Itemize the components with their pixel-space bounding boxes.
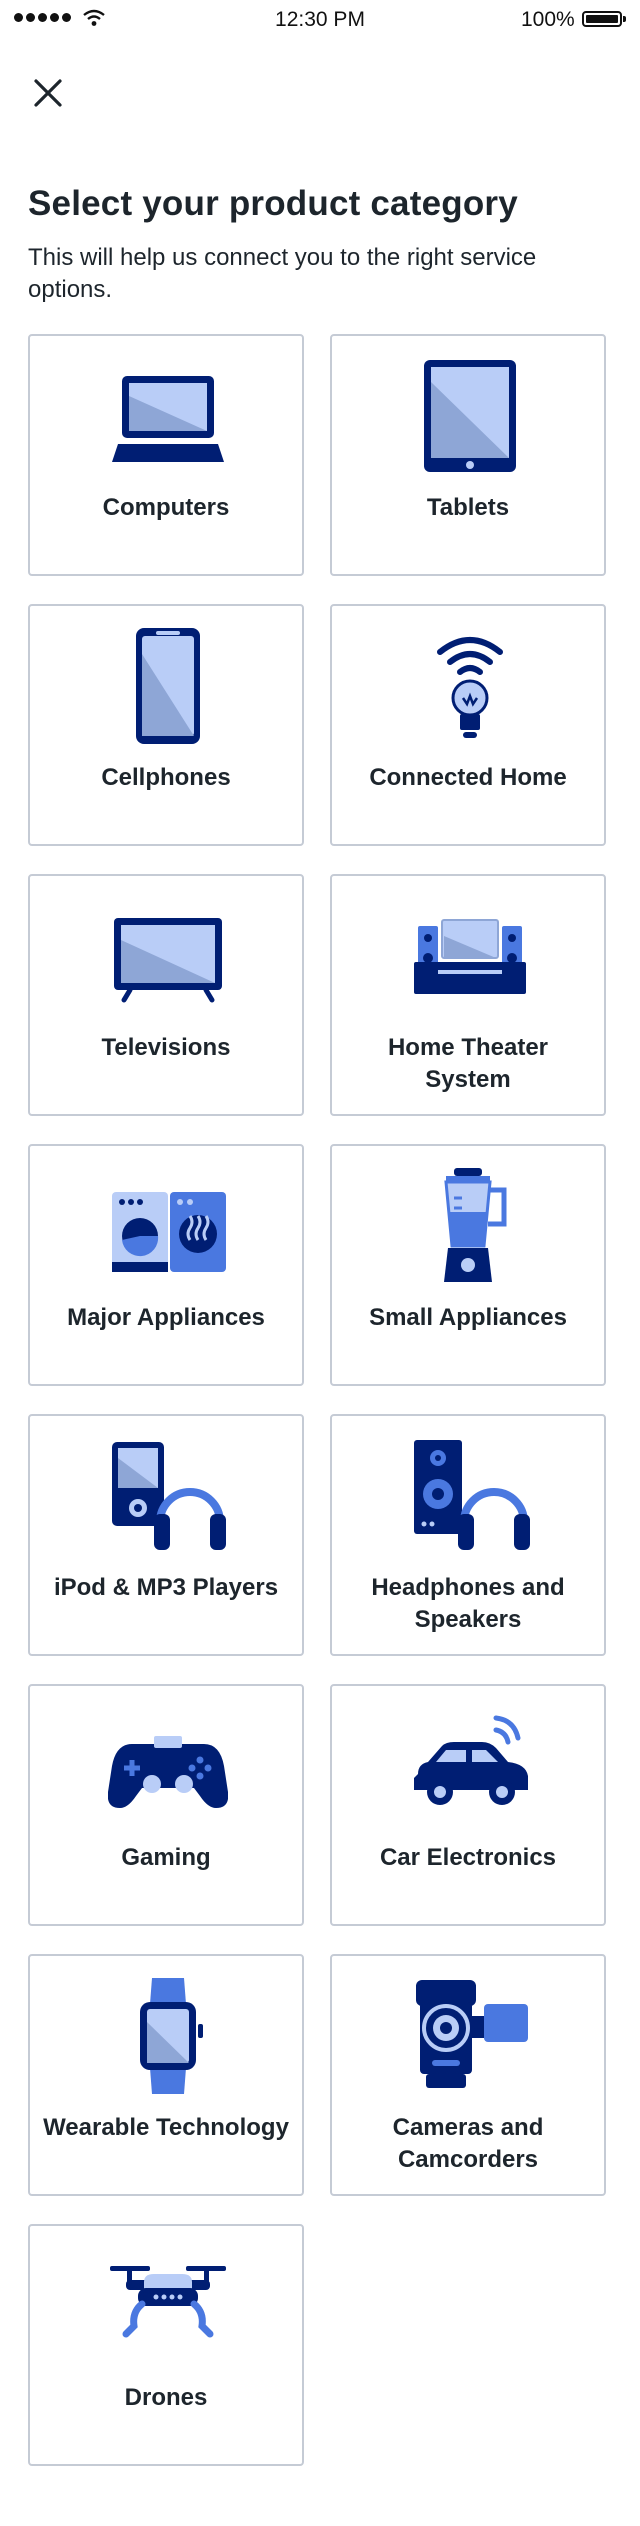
camcorder-icon [416, 1980, 528, 2088]
category-label: iPod & MP3 Players [53, 1574, 279, 1601]
category-card-connected-home[interactable]: Connected Home [330, 604, 606, 846]
category-label: Drones [124, 2384, 208, 2411]
tablet-icon [424, 360, 516, 472]
category-card-wearable-technology[interactable]: Wearable Technology [28, 1954, 304, 2196]
category-card-headphones-and-speakers[interactable]: Headphones and Speakers [330, 1414, 606, 1656]
category-label: Car Electronics [379, 1844, 557, 1871]
category-label: Gaming [121, 1844, 211, 1871]
category-card-cameras-and-camcorders[interactable]: Cameras and Camcorders [330, 1954, 606, 2196]
category-card-home-theater-system[interactable]: Home Theater System [330, 874, 606, 1116]
category-card-tablets[interactable]: Tablets [330, 334, 606, 576]
category-card-car-electronics[interactable]: Car Electronics [330, 1684, 606, 1926]
home-theater-icon [414, 919, 526, 994]
category-label: Cellphones [101, 764, 231, 791]
category-card-gaming[interactable]: Gaming [28, 1684, 304, 1926]
status-bar: 12:30 PM 100% [0, 0, 640, 40]
category-label: Televisions [101, 1034, 231, 1061]
category-label: Connected Home [369, 764, 567, 791]
mp3-player-headphones-icon [112, 1442, 226, 1550]
page-subtitle: This will help us connect you to the rig… [28, 244, 537, 303]
category-label: Small Appliances [369, 1304, 567, 1331]
category-card-drones[interactable]: Drones [28, 2224, 304, 2466]
game-controller-icon [108, 1736, 228, 1808]
category-card-televisions[interactable]: Televisions [28, 874, 304, 1116]
smartwatch-icon [140, 1978, 203, 2094]
connected-car-icon [414, 1715, 528, 1805]
category-label: Wearable Technology [43, 2114, 289, 2141]
page-title: Select your product category [28, 184, 518, 223]
category-label: Computers [102, 494, 230, 521]
television-icon [114, 918, 222, 1003]
battery-percentage: 100% [521, 8, 575, 31]
category-card-small-appliances[interactable]: Small Appliances [330, 1144, 606, 1386]
category-card-ipod-mp3-players[interactable]: iPod & MP3 Players [28, 1414, 304, 1656]
drone-icon [110, 2266, 226, 2338]
smart-bulb-icon [437, 637, 503, 738]
cellphone-icon [136, 628, 200, 744]
speaker-headphones-icon [414, 1440, 530, 1550]
category-label: Tablets [426, 494, 510, 521]
category-label: Headphones and Speakers [371, 1574, 565, 1633]
close-icon[interactable] [30, 75, 66, 111]
category-label: Home Theater System [387, 1034, 549, 1093]
blender-icon [444, 1168, 507, 1282]
category-card-major-appliances[interactable]: Major Appliances [28, 1144, 304, 1386]
laptop-icon [112, 376, 224, 462]
category-label: Cameras and Camcorders [392, 2114, 544, 2173]
washer-dryer-icon [112, 1192, 226, 1272]
category-card-computers[interactable]: Computers [28, 334, 304, 576]
battery-icon [582, 11, 626, 27]
category-label: Major Appliances [67, 1304, 265, 1331]
category-card-cellphones[interactable]: Cellphones [28, 604, 304, 846]
